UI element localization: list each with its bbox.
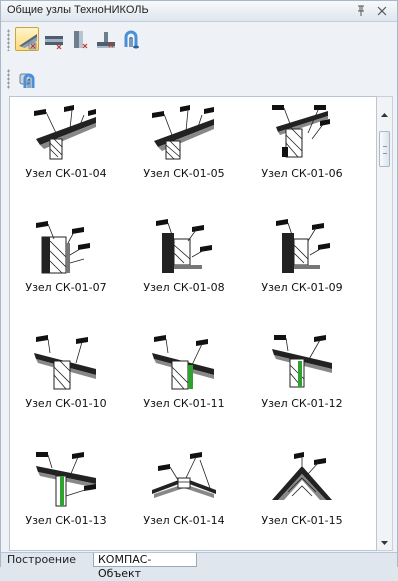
node-label: Узел СК-01-12 <box>261 397 343 410</box>
node-label: Узел СК-01-06 <box>261 167 343 180</box>
column-node-icon <box>74 31 88 49</box>
node-type-toolbar <box>5 25 195 55</box>
node-thumbnail <box>152 452 216 498</box>
node-thumbnail <box>152 335 214 390</box>
node-item-07[interactable]: Узел СК-01-07 <box>10 219 122 319</box>
pipe-node-tool[interactable] <box>119 27 143 51</box>
node-thumbnail <box>272 105 330 158</box>
node-item-13[interactable]: Узел СК-01-13 <box>10 452 122 550</box>
vertical-scrollbar[interactable] <box>377 96 393 551</box>
foundation-node-tool[interactable] <box>93 27 117 51</box>
node-thumbnail <box>34 335 96 390</box>
roof-node-tool[interactable] <box>15 27 39 51</box>
node-item-11[interactable]: Узел СК-01-11 <box>128 335 240 435</box>
node-item-04[interactable]: Узел СК-01-04 <box>10 105 122 205</box>
node-item-10[interactable]: Узел СК-01-10 <box>10 335 122 435</box>
pipe-node-icon <box>124 30 139 49</box>
node-thumbnail <box>272 335 332 388</box>
node-thumbnail <box>276 219 330 273</box>
node-thumbnail <box>34 105 96 160</box>
scroll-down-icon[interactable] <box>379 533 390 545</box>
node-thumbnail <box>152 105 214 160</box>
sub-toolbar <box>5 67 45 95</box>
node-thumbnail <box>36 221 90 274</box>
node-label: Узел СК-01-04 <box>25 167 107 180</box>
node-catalog-grid: Узел СК-01-04 Узел СК-01-05 Узел СК-01-0… <box>9 96 377 551</box>
node-label: Узел СК-01-09 <box>261 281 343 294</box>
roof-node-icon <box>19 34 37 50</box>
node-label: Узел СК-01-07 <box>25 281 107 294</box>
node-label: Узел СК-01-14 <box>143 514 225 527</box>
node-label: Узел СК-01-15 <box>261 514 343 527</box>
node-label: Узел СК-01-10 <box>25 397 107 410</box>
close-icon[interactable] <box>375 3 389 17</box>
node-label: Узел СК-01-11 <box>143 397 225 410</box>
wall-node-icon <box>45 36 63 50</box>
pipe-node-tool-secondary[interactable] <box>15 67 39 91</box>
node-item-15[interactable]: Узел СК-01-15 <box>246 452 358 550</box>
node-label: Узел СК-01-05 <box>143 167 225 180</box>
wall-node-tool[interactable] <box>41 27 65 51</box>
node-thumbnail <box>272 452 332 500</box>
foundation-node-icon <box>97 32 115 48</box>
node-thumbnail <box>36 452 96 507</box>
column-node-tool[interactable] <box>67 27 91 51</box>
pin-icon[interactable] <box>354 3 368 17</box>
node-item-06[interactable]: Узел СК-01-06 <box>246 105 358 205</box>
tab-construction[interactable]: Построение <box>3 553 89 567</box>
pipe-node-icon <box>19 73 35 88</box>
node-item-08[interactable]: Узел СК-01-08 <box>128 219 240 319</box>
scroll-thumb[interactable] <box>379 131 390 167</box>
tab-kompas-object[interactable]: КОМПАС-Объект <box>93 553 197 580</box>
panel-title: Общие узлы ТехноНИКОЛЬ <box>7 4 149 16</box>
node-item-09[interactable]: Узел СК-01-09 <box>246 219 358 319</box>
node-label: Узел СК-01-13 <box>25 514 107 527</box>
bottom-tab-bar: Построение КОМПАС-Объект <box>1 552 397 580</box>
panel-titlebar: Общие узлы ТехноНИКОЛЬ <box>1 1 397 22</box>
toolbar-grip[interactable] <box>7 29 10 51</box>
library-panel: Общие узлы ТехноНИКОЛЬ Узел СК-01-04 Узе… <box>0 0 398 580</box>
node-item-12[interactable]: Узел СК-01-12 <box>246 335 358 435</box>
node-item-14[interactable]: Узел СК-01-14 <box>128 452 240 550</box>
node-item-05[interactable]: Узел СК-01-05 <box>128 105 240 205</box>
node-thumbnail <box>156 219 212 273</box>
toolbar-grip[interactable] <box>7 69 10 89</box>
scroll-up-icon[interactable] <box>379 105 390 117</box>
node-label: Узел СК-01-08 <box>143 281 225 294</box>
